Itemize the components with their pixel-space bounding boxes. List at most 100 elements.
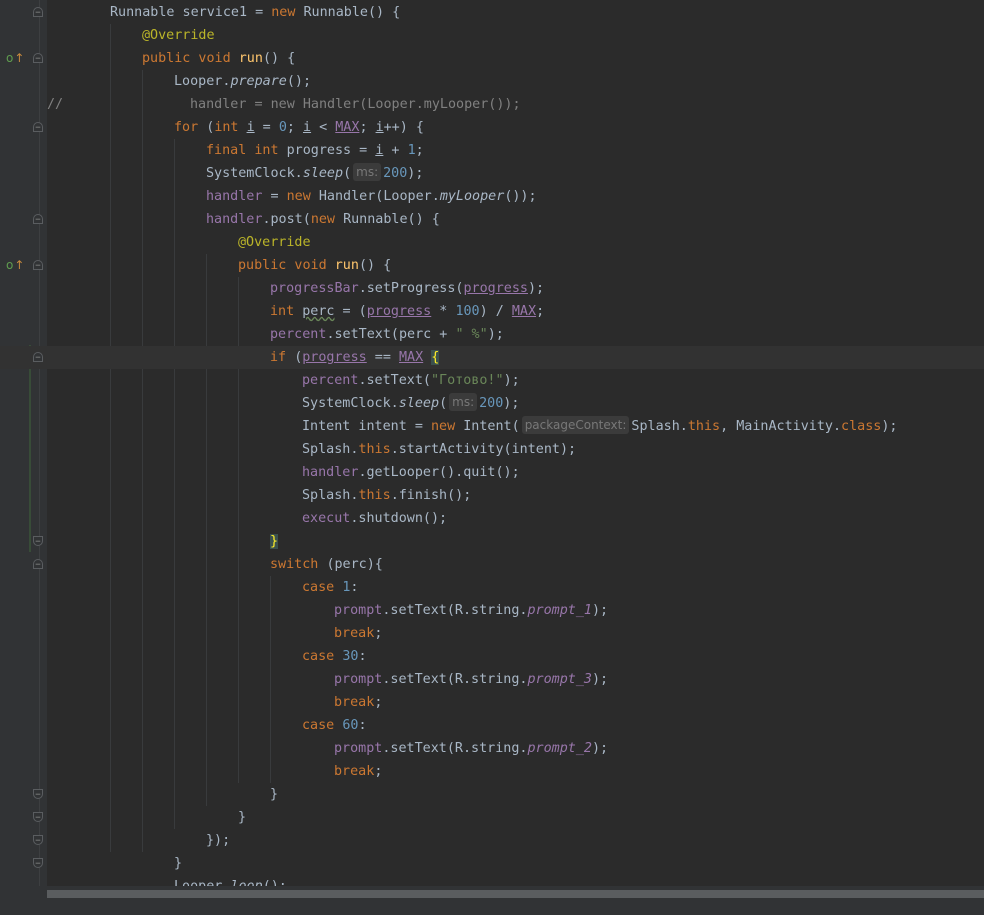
fold-collapse-icon[interactable]: − — [33, 7, 43, 18]
code-token: } — [270, 787, 279, 802]
code-text[interactable]: handler = new Handler(Looper.myLooper())… — [206, 185, 537, 208]
code-text[interactable]: break; — [334, 691, 382, 714]
fold-end-icon[interactable]: − — [33, 812, 43, 823]
fold-end-icon[interactable]: − — [33, 835, 43, 846]
code-text[interactable]: int perc = (progress * 100) / MAX; — [270, 300, 544, 323]
code-text[interactable]: final int progress = i + 1; — [206, 139, 424, 162]
code-text[interactable]: case 1: — [302, 576, 358, 599]
code-text[interactable]: switch (perc){ — [270, 553, 383, 576]
code-line[interactable]: } − — [0, 852, 984, 875]
code-line[interactable]: } − — [0, 806, 984, 829]
override-method-icon[interactable]: o↑ — [6, 47, 24, 70]
code-line[interactable]: }); − — [0, 829, 984, 852]
code-line[interactable]: public void run() { − o↑ — [0, 47, 984, 70]
code-line[interactable]: case 60: — [0, 714, 984, 737]
code-text[interactable]: SystemClock.sleep(ms: 200); — [206, 162, 423, 185]
code-line[interactable]: if (progress == MAX { − — [0, 346, 984, 369]
code-text[interactable]: case 60: — [302, 714, 367, 737]
code-text[interactable]: handler.getLooper().quit(); — [302, 461, 520, 484]
code-line[interactable]: Looper.prepare(); — [0, 70, 984, 93]
code-line[interactable]: public void run() { − o↑ — [0, 254, 984, 277]
code-line[interactable]: prompt.setText(R.string.prompt_2); — [0, 737, 984, 760]
code-token: ; — [536, 304, 545, 319]
code-text[interactable]: break; — [334, 760, 382, 783]
code-line[interactable]: final int progress = i + 1; — [0, 139, 984, 162]
code-text[interactable]: prompt.setText(R.string.prompt_2); — [334, 737, 608, 760]
code-text[interactable]: Looper.prepare(); — [174, 70, 311, 93]
code-line[interactable]: percent.setText(perc + " %"); — [0, 323, 984, 346]
fold-collapse-icon[interactable]: − — [33, 122, 43, 133]
code-text[interactable]: }); — [206, 829, 230, 852]
code-editor[interactable]: Runnable service1 = new Runnable() { − @Ov… — [0, 0, 984, 915]
code-token: MAX — [511, 304, 537, 319]
code-text[interactable]: Intent intent = new Intent(packageContex… — [302, 415, 897, 438]
code-text[interactable]: } — [270, 783, 278, 806]
code-token: } — [174, 856, 183, 871]
code-line[interactable]: prompt.setText(R.string.prompt_1); — [0, 599, 984, 622]
fold-end-icon[interactable]: − — [33, 789, 43, 800]
code-text[interactable]: for (int i = 0; i < MAX; i++) { — [174, 116, 424, 139]
code-text[interactable]: } — [270, 530, 279, 553]
fold-end-icon[interactable]: − — [33, 536, 43, 547]
code-token: = ( — [334, 304, 367, 319]
code-text[interactable]: if (progress == MAX { — [270, 346, 440, 369]
code-line[interactable]: handler.getLooper().quit(); — [0, 461, 984, 484]
fold-collapse-icon[interactable]: − — [33, 214, 43, 225]
code-text[interactable]: @Override — [238, 231, 311, 254]
code-text[interactable]: handler.post(new Runnable() { — [206, 208, 440, 231]
code-text[interactable]: Splash.this.finish(); — [302, 484, 471, 507]
code-text[interactable]: percent.setText("Готово!"); — [302, 369, 520, 392]
code-line[interactable]: SystemClock.sleep(ms: 200); — [0, 392, 984, 415]
code-line[interactable]: switch (perc){ − — [0, 553, 984, 576]
code-text[interactable]: public void run() { — [238, 254, 391, 277]
code-text[interactable]: } — [174, 852, 182, 875]
code-line[interactable]: Splash.this.finish(); — [0, 484, 984, 507]
code-line[interactable]: for (int i = 0; i < MAX; i++) { − — [0, 116, 984, 139]
horizontal-scrollbar[interactable] — [47, 890, 984, 898]
code-line[interactable]: break; — [0, 760, 984, 783]
code-text[interactable]: @Override — [142, 24, 215, 47]
code-line[interactable]: Splash.this.startActivity(intent); — [0, 438, 984, 461]
code-line[interactable]: prompt.setText(R.string.prompt_3); — [0, 668, 984, 691]
code-line[interactable]: handler = new Handler(Looper.myLooper())… — [0, 93, 984, 116]
code-line[interactable]: SystemClock.sleep(ms: 200); — [0, 162, 984, 185]
fold-collapse-icon[interactable]: − — [33, 53, 43, 64]
override-method-icon[interactable]: o↑ — [6, 254, 24, 277]
code-line[interactable]: handler.post(new Runnable() { − — [0, 208, 984, 231]
code-text[interactable]: case 30: — [302, 645, 367, 668]
code-line[interactable]: Runnable service1 = new Runnable() { − — [0, 1, 984, 24]
code-line[interactable]: break; — [0, 622, 984, 645]
code-line[interactable]: } − — [0, 530, 984, 553]
code-line[interactable]: @Override — [0, 231, 984, 254]
code-line[interactable]: execut.shutdown(); — [0, 507, 984, 530]
fold-collapse-icon[interactable]: − — [33, 260, 43, 271]
code-text[interactable]: } — [238, 806, 246, 829]
code-text[interactable]: Runnable service1 = new Runnable() { — [110, 1, 400, 24]
code-text[interactable]: progressBar.setProgress(progress); — [270, 277, 544, 300]
fold-end-icon[interactable]: − — [33, 858, 43, 869]
code-text[interactable]: prompt.setText(R.string.prompt_1); — [334, 599, 608, 622]
code-line[interactable]: int perc = (progress * 100) / MAX; — [0, 300, 984, 323]
code-text[interactable]: public void run() { — [142, 47, 295, 70]
code-line[interactable]: case 30: — [0, 645, 984, 668]
fold-collapse-icon[interactable]: − — [33, 559, 43, 570]
code-token: prompt_3 — [527, 672, 593, 687]
code-line[interactable]: } − — [0, 783, 984, 806]
code-token: progress = — [286, 143, 376, 158]
code-line[interactable]: Intent intent = new Intent(packageContex… — [0, 415, 984, 438]
code-text[interactable]: SystemClock.sleep(ms: 200); — [302, 392, 519, 415]
code-line[interactable]: @Override — [0, 24, 984, 47]
code-text[interactable]: prompt.setText(R.string.prompt_3); — [334, 668, 608, 691]
code-token: prompt — [334, 603, 383, 618]
code-line[interactable]: percent.setText("Готово!"); — [0, 369, 984, 392]
code-line[interactable]: case 1: — [0, 576, 984, 599]
code-line[interactable]: break; — [0, 691, 984, 714]
code-text[interactable]: percent.setText(perc + " %"); — [270, 323, 504, 346]
code-text[interactable]: handler = new Handler(Looper.myLooper())… — [190, 93, 521, 116]
code-line[interactable]: handler = new Handler(Looper.myLooper())… — [0, 185, 984, 208]
code-text[interactable]: execut.shutdown(); — [302, 507, 447, 530]
code-text[interactable]: break; — [334, 622, 382, 645]
code-line[interactable]: progressBar.setProgress(progress); — [0, 277, 984, 300]
code-text[interactable]: Splash.this.startActivity(intent); — [302, 438, 576, 461]
fold-collapse-icon[interactable]: − — [33, 352, 43, 363]
